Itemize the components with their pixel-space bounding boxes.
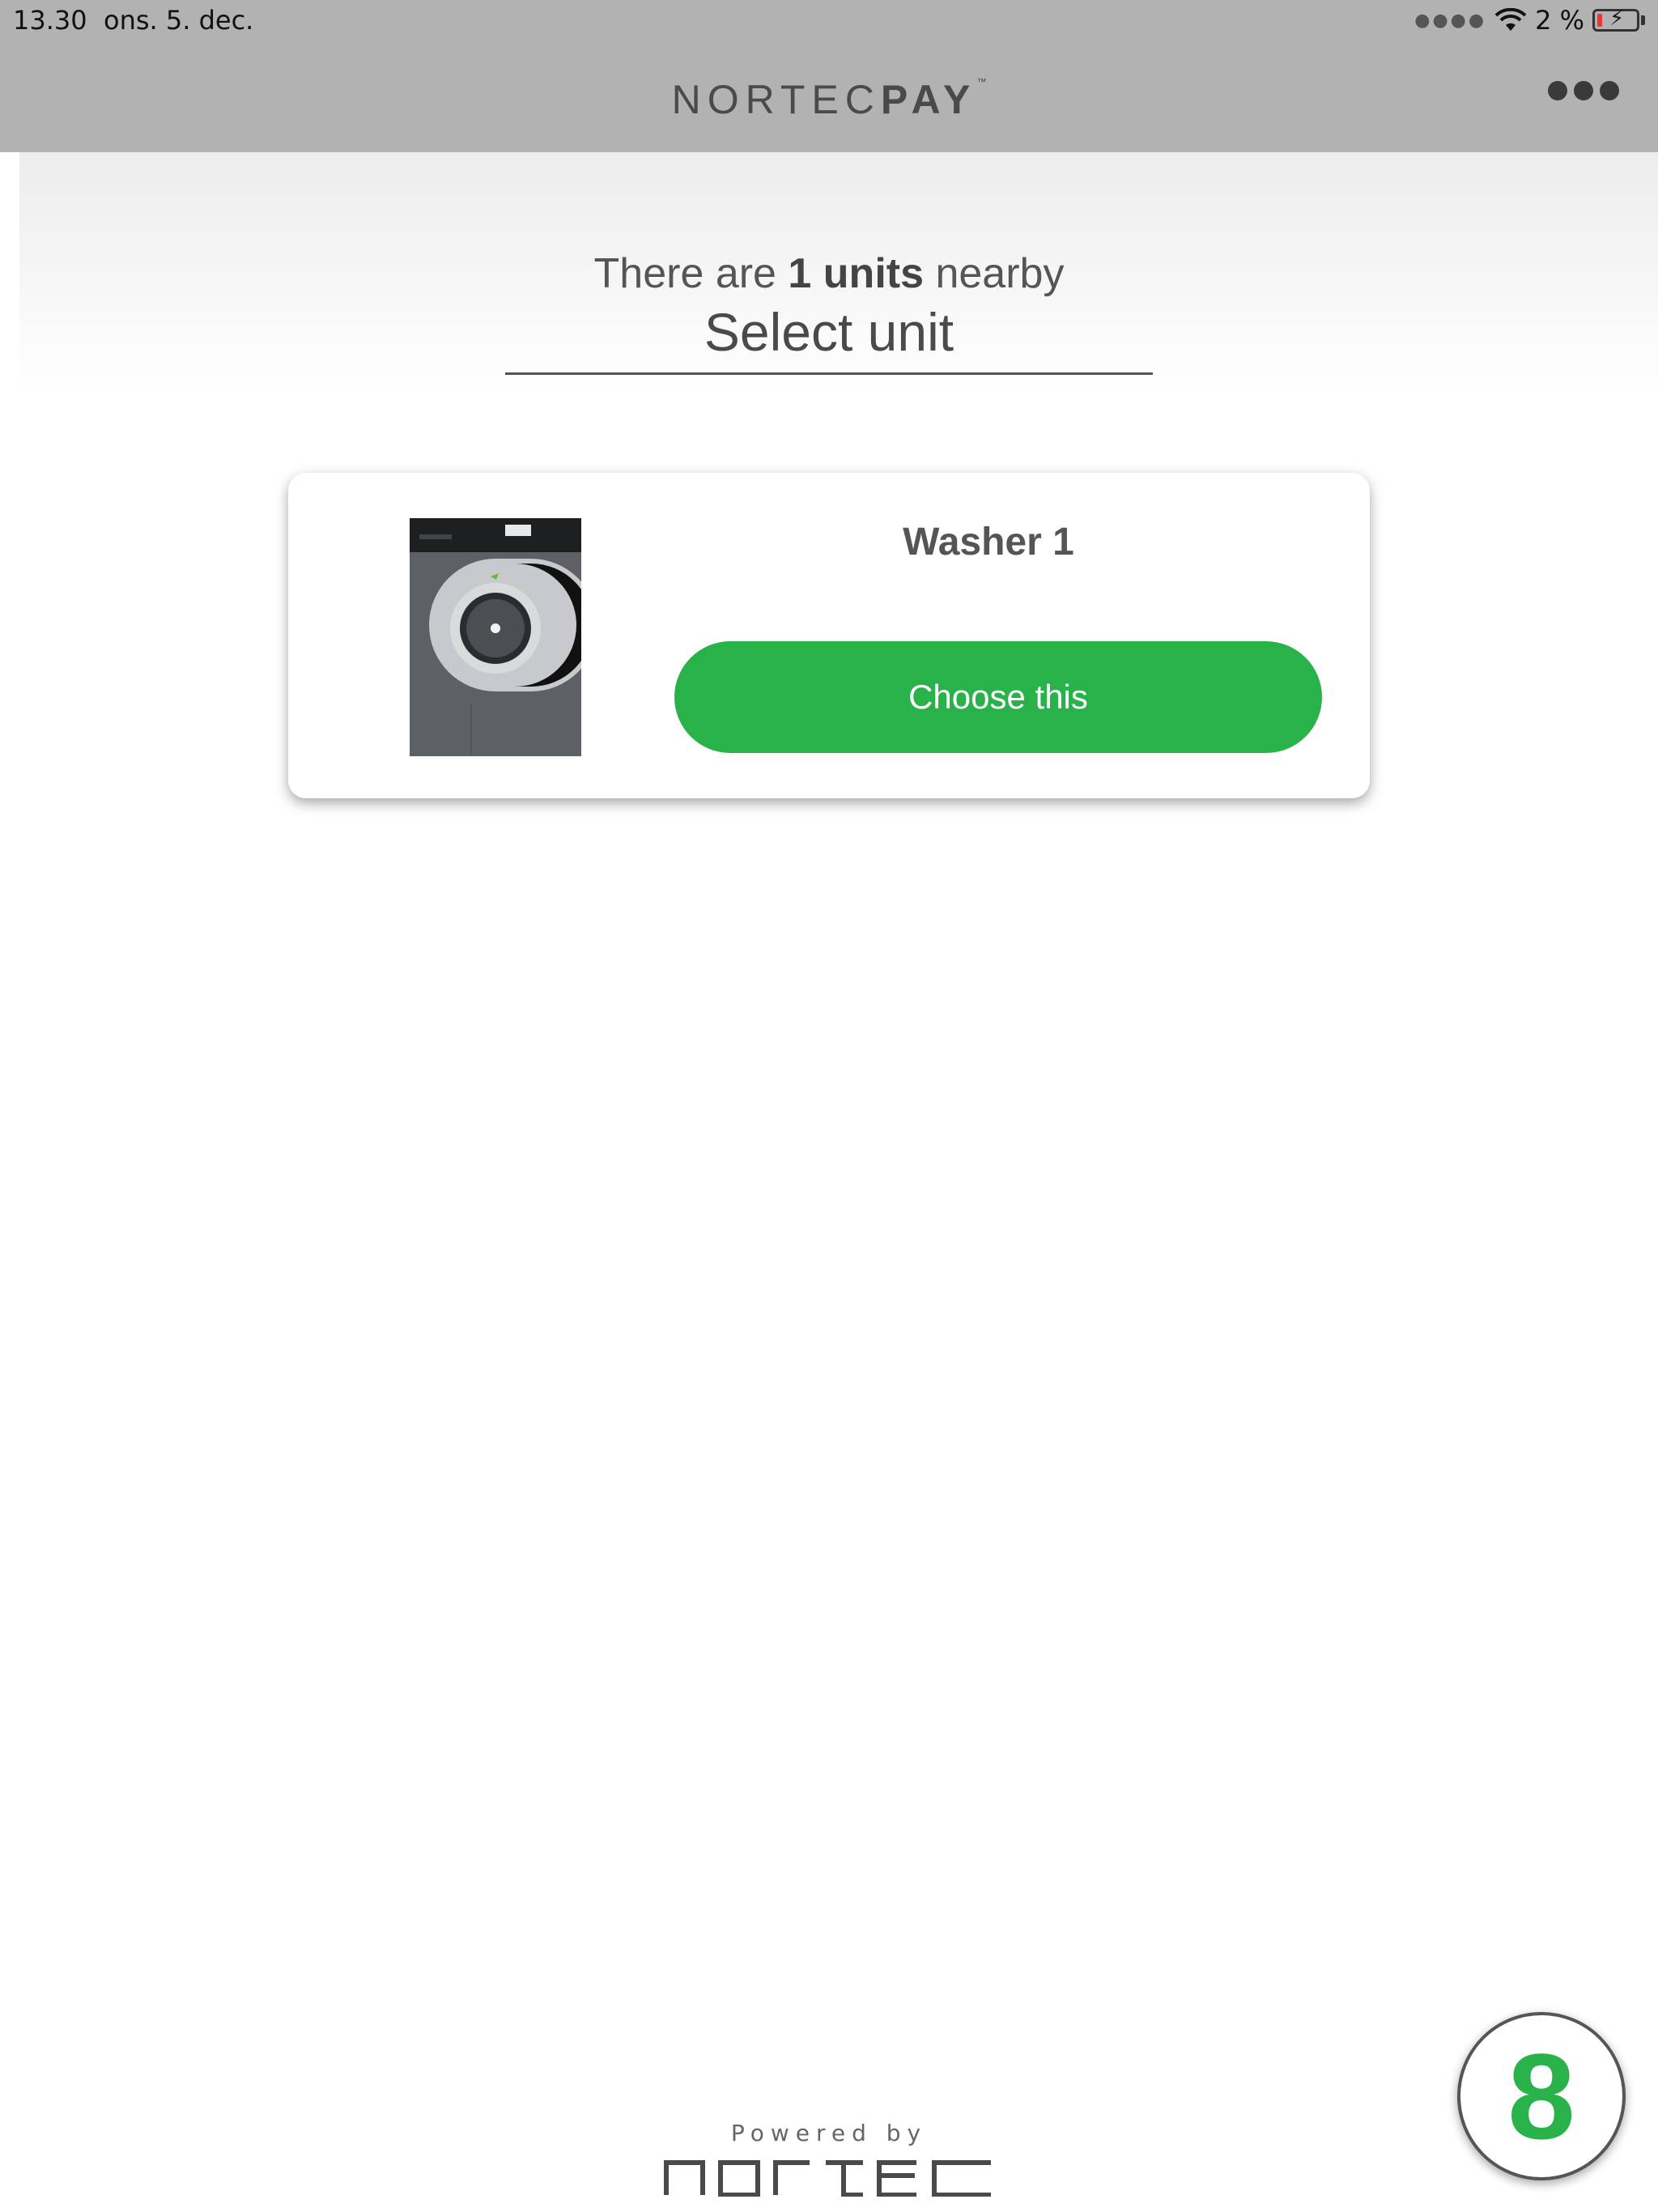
ellipsis-dot — [1574, 81, 1593, 100]
cellular-signal-icon: ●●●● — [1414, 10, 1487, 31]
nearby-prefix: There are — [593, 250, 789, 297]
status-bar: 13.30 ons. 5. dec. ●●●● 2 % ⚡ — [0, 0, 1658, 42]
battery-percent: 2 % — [1535, 5, 1584, 36]
notification-badge[interactable]: 8 — [1457, 2012, 1626, 2180]
nav-bar: NORTECPAY™ — [0, 42, 1658, 152]
powered-by-text: Powered by — [730, 2120, 928, 2146]
nortec-logo — [664, 2160, 991, 2197]
wifi-icon — [1494, 8, 1527, 31]
app-logo: NORTECPAY™ — [0, 76, 1658, 123]
nearby-units-text: There are 1 units nearby — [0, 249, 1658, 298]
nearby-count: 1 units — [788, 250, 924, 297]
choose-unit-button[interactable]: Choose this — [674, 641, 1322, 753]
ellipsis-icon — [1548, 81, 1567, 100]
brand-bold: PAY — [880, 77, 977, 122]
title-divider — [505, 372, 1153, 375]
brand-light: NORTEC — [671, 77, 881, 122]
nearby-suffix: nearby — [924, 250, 1065, 297]
menu-button[interactable] — [1548, 81, 1619, 100]
page-title: Select unit — [704, 302, 954, 362]
status-date: ons. 5. dec. — [104, 5, 254, 36]
unit-card: Washer 1 Choose this — [288, 473, 1370, 798]
status-time: 13.30 — [13, 5, 87, 36]
ellipsis-dot — [1600, 81, 1619, 100]
trademark: ™ — [976, 76, 987, 87]
washing-machine-icon — [410, 518, 581, 756]
battery-icon: ⚡ — [1592, 6, 1639, 32]
status-right: ●●●● 2 % ⚡ — [1414, 5, 1645, 36]
unit-name: Washer 1 — [903, 521, 1074, 564]
